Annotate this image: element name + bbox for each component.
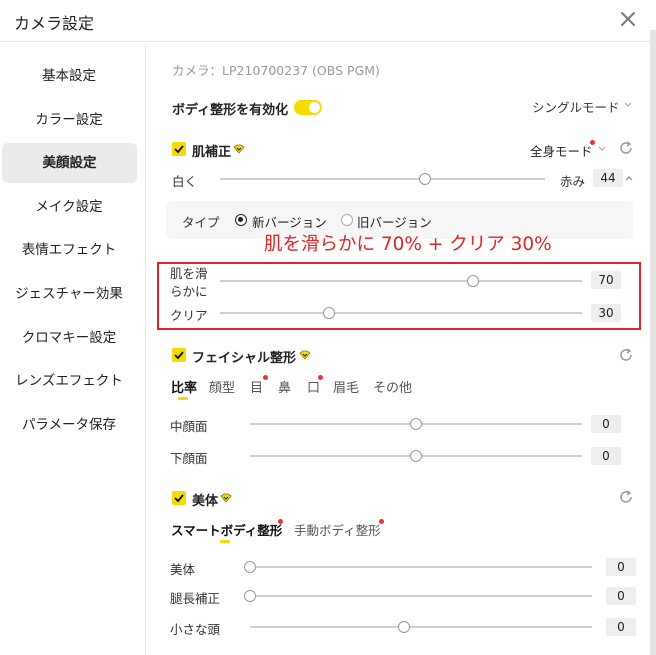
- active-tab-underline: [178, 397, 188, 400]
- notify-dot: [379, 519, 384, 524]
- lowerface-slider-thumb[interactable]: [410, 450, 422, 462]
- body-checkbox[interactable]: [172, 491, 186, 505]
- tab-manual-body[interactable]: 手動ボディ整形: [294, 520, 381, 539]
- sidebar-item-expression[interactable]: 表情エフェクト: [0, 230, 138, 270]
- leg-length-slider-track[interactable]: [244, 590, 592, 602]
- sidebar: 基本設定 カラー設定 美顔設定 メイク設定 表情エフェクト ジェスチャー効果 ク…: [0, 43, 146, 655]
- facial-checkbox[interactable]: [172, 348, 186, 362]
- midface-slider-thumb[interactable]: [410, 418, 422, 430]
- window-title: カメラ設定: [14, 14, 95, 33]
- vip-icon: [233, 144, 245, 154]
- body-shaping-label: ボディ整形を有効化: [172, 103, 289, 118]
- facial-title: フェイシャル整形: [192, 351, 297, 366]
- scrollbar[interactable]: [650, 30, 656, 655]
- skin-title: 肌補正: [192, 145, 232, 160]
- tab-face-shape[interactable]: 顔型: [209, 377, 235, 396]
- small-head-value[interactable]: 0: [606, 618, 636, 636]
- notify-dot: [590, 140, 595, 145]
- tab-ratio[interactable]: 比率: [171, 377, 197, 396]
- vip-icon: [299, 350, 311, 360]
- lowerface-slider-track[interactable]: [250, 450, 582, 462]
- skin-mode-select[interactable]: 全身モード: [530, 141, 593, 160]
- midface-value[interactable]: 0: [591, 415, 621, 433]
- sidebar-item-color[interactable]: カラー設定: [0, 100, 138, 140]
- tab-eyebrows[interactable]: 眉毛: [333, 377, 359, 396]
- mode-select[interactable]: シングルモード: [532, 97, 620, 116]
- small-head-slider-thumb[interactable]: [397, 621, 410, 633]
- close-icon[interactable]: [618, 9, 638, 29]
- camera-label: カメラ：LP210700237 (OBS PGM): [172, 63, 380, 78]
- body-beauty-slider-track[interactable]: [244, 561, 592, 573]
- chevron-up-icon[interactable]: [625, 175, 633, 181]
- tone-right-label: 赤み: [560, 174, 586, 189]
- tone-left-label: 白く: [172, 174, 198, 189]
- tone-slider-thumb[interactable]: [418, 173, 431, 185]
- type-label: タイプ: [182, 215, 220, 230]
- midface-label: 中顔面: [170, 419, 208, 434]
- active-tab-underline: [220, 540, 230, 543]
- sidebar-item-gesture[interactable]: ジェスチャー効果: [0, 274, 138, 314]
- title-bar: カメラ設定: [0, 0, 656, 42]
- chevron-down-icon[interactable]: [598, 146, 606, 152]
- small-head-slider-track[interactable]: [250, 621, 592, 633]
- leg-length-value[interactable]: 0: [606, 587, 636, 605]
- tab-smart-body[interactable]: スマートボディ整形: [171, 520, 282, 539]
- tone-value[interactable]: 44: [593, 169, 623, 187]
- lowerface-label: 下顔面: [170, 451, 208, 466]
- leg-length-label: 腿長補正: [170, 591, 221, 606]
- midface-slider-track[interactable]: [250, 418, 582, 430]
- reset-icon[interactable]: [618, 140, 634, 156]
- tone-slider-track[interactable]: [220, 173, 545, 185]
- old-version-label[interactable]: 旧バージョン: [357, 212, 432, 231]
- reset-icon[interactable]: [618, 489, 634, 505]
- tab-nose[interactable]: 鼻: [278, 377, 291, 396]
- chevron-down-icon[interactable]: [624, 102, 632, 108]
- notify-dot: [318, 375, 323, 380]
- leg-length-slider-thumb[interactable]: [244, 590, 256, 602]
- sidebar-item-beauty[interactable]: 美顔設定: [2, 143, 137, 183]
- radio-new-version[interactable]: [235, 214, 247, 226]
- new-version-label[interactable]: 新バージョン: [252, 212, 327, 231]
- sidebar-item-chromakey[interactable]: クロマキー設定: [0, 318, 138, 358]
- radio-old-version[interactable]: [341, 214, 353, 226]
- notify-dot: [278, 519, 283, 524]
- body-beauty-slider-thumb[interactable]: [244, 561, 256, 573]
- body-shaping-toggle[interactable]: [294, 100, 322, 115]
- skin-checkbox[interactable]: [172, 142, 186, 156]
- sidebar-item-lens[interactable]: レンズエフェクト: [0, 361, 138, 401]
- main-panel: カメラ：LP210700237 (OBS PGM) ボディ整形を有効化 シングル…: [147, 43, 650, 655]
- vip-icon: [220, 493, 232, 503]
- sidebar-item-basic[interactable]: 基本設定: [0, 56, 138, 96]
- lowerface-value[interactable]: 0: [591, 447, 621, 465]
- notify-dot: [263, 375, 268, 380]
- tab-mouth[interactable]: 口: [307, 377, 320, 396]
- small-head-label: 小さな頭: [170, 622, 221, 637]
- tab-other[interactable]: その他: [373, 377, 412, 396]
- body-title: 美体: [192, 494, 219, 509]
- highlight-box: [157, 262, 641, 330]
- annotation-text: 肌を滑らかに 70% + クリア 30%: [264, 234, 552, 255]
- body-beauty-label: 美体: [170, 562, 196, 577]
- body-beauty-value[interactable]: 0: [606, 558, 636, 576]
- tab-eyes[interactable]: 目: [250, 377, 263, 396]
- sidebar-item-save-params[interactable]: パラメータ保存: [0, 405, 138, 445]
- sidebar-item-makeup[interactable]: メイク設定: [0, 187, 138, 227]
- reset-icon[interactable]: [618, 347, 634, 363]
